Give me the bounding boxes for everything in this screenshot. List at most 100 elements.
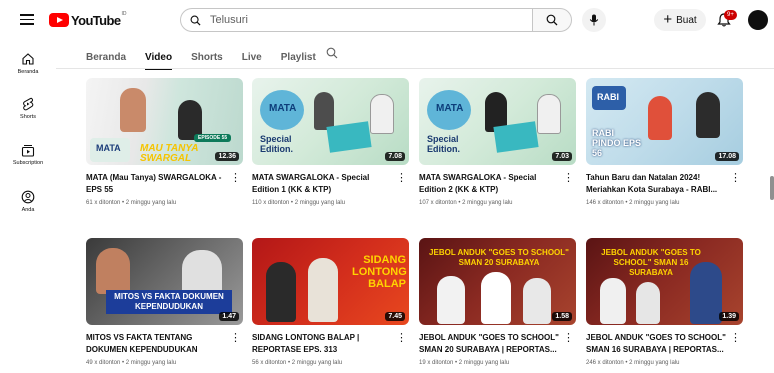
search-box[interactable]: [180, 8, 532, 32]
video-meta: 49 x ditonton • 2 minggu yang lalu: [86, 360, 177, 366]
thumbnail-overlay-text: Special Edition.: [260, 134, 293, 154]
search-icon: [190, 15, 201, 26]
presenter-figure: [266, 262, 296, 322]
presenter-figure: [370, 94, 394, 134]
video-card[interactable]: SIDANG LONTONG BALAP 7.45 SIDANG LONTONG…: [252, 238, 409, 366]
video-thumbnail[interactable]: JEBOL ANDUK "GOES TO SCHOOL" SMAN 16 SUR…: [586, 238, 743, 325]
document-card-graphic: [493, 121, 539, 153]
video-thumbnail[interactable]: MATA EPISODE 55 MAU TANYA SWARGAL 12.36: [86, 78, 243, 165]
youtube-play-icon: [49, 13, 69, 27]
subscriptions-icon: [21, 145, 35, 157]
search-button[interactable]: [532, 8, 572, 32]
student-figure: [481, 272, 511, 324]
youtube-logo[interactable]: YouTube ID: [49, 11, 127, 28]
video-title[interactable]: Tahun Baru dan Natalan 2024! Meriahkan Ko…: [586, 172, 732, 196]
thumbnail-overlay-text: JEBOL ANDUK "GOES TO SCHOOL" SMAN 20 SUR…: [429, 248, 569, 267]
more-actions-icon[interactable]: ⋮: [396, 173, 407, 184]
video-card[interactable]: JEBOL ANDUK "GOES TO SCHOOL" SMAN 20 SUR…: [419, 238, 576, 366]
you-icon: [21, 190, 35, 204]
video-duration: 1.39: [719, 312, 739, 321]
tab-playlists[interactable]: Playlist: [281, 52, 316, 63]
episode-badge: EPISODE 55: [194, 134, 232, 142]
video-title[interactable]: JEBOL ANDUK "GOES TO SCHOOL" SMAN 16 SURA…: [586, 332, 732, 356]
create-button[interactable]: + Buat: [654, 9, 706, 31]
rabi-logo-text: RABI: [597, 92, 619, 102]
video-duration: 7.08: [385, 152, 405, 161]
presenter-figure: [308, 258, 338, 322]
video-duration: 7.45: [385, 312, 405, 321]
video-thumbnail[interactable]: RABI RABI PINDO EPS 56 17.08: [586, 78, 743, 165]
tab-videos[interactable]: Video: [145, 52, 173, 70]
video-card[interactable]: RABI RABI PINDO EPS 56 17.08 Tahun Baru …: [586, 78, 743, 206]
video-card[interactable]: JEBOL ANDUK "GOES TO SCHOOL" SMAN 16 SUR…: [586, 238, 743, 366]
mata-logo: MATA: [427, 90, 471, 130]
video-title[interactable]: JEBOL ANDUK "GOES TO SCHOOL" SMAN 20 SURA…: [419, 332, 565, 356]
video-title[interactable]: MATA (Mau Tanya) SWARGALOKA - EPS 55: [86, 172, 232, 196]
plus-icon: +: [663, 11, 673, 28]
mata-logo-text: MATA: [436, 103, 464, 114]
tab-home[interactable]: Beranda: [86, 52, 126, 63]
student-figure: [523, 278, 551, 324]
tab-shorts[interactable]: Shorts: [191, 52, 223, 63]
video-thumbnail[interactable]: JEBOL ANDUK "GOES TO SCHOOL" SMAN 20 SUR…: [419, 238, 576, 325]
channel-search-icon[interactable]: [326, 47, 338, 59]
logo-text: YouTube: [71, 12, 121, 28]
more-actions-icon[interactable]: ⋮: [730, 333, 741, 344]
mata-logo-text: MATA: [96, 143, 121, 153]
thumbnail-overlay-text: MITOS VS FAKTA DOKUMEN KEPENDUDUKAN: [106, 290, 232, 314]
mata-logo: MATA: [260, 90, 304, 130]
search-icon: [546, 14, 558, 26]
more-actions-icon[interactable]: ⋮: [230, 333, 241, 344]
video-meta: 56 x ditonton • 2 minggu yang lalu: [252, 360, 343, 366]
video-title[interactable]: SIDANG LONTONG BALAP | REPORTASE EPS. 313: [252, 332, 398, 356]
tab-live[interactable]: Live: [242, 52, 262, 63]
more-actions-icon[interactable]: ⋮: [396, 333, 407, 344]
video-duration: 12.36: [215, 152, 239, 161]
student-figure: [437, 276, 465, 324]
student-figure: [636, 282, 660, 324]
presenter-figure: [96, 248, 130, 294]
page-scrollbar[interactable]: [770, 176, 774, 200]
home-icon: [22, 53, 34, 65]
video-meta: 61 x ditonton • 2 minggu yang lalu: [86, 200, 177, 206]
channel-tabs: Beranda Video Shorts Live Playlist: [86, 46, 335, 70]
video-thumbnail[interactable]: MATA Special Edition. 7.08: [252, 78, 409, 165]
sidebar-item-subscriptions[interactable]: Subscription: [0, 144, 56, 166]
video-thumbnail[interactable]: MITOS VS FAKTA DOKUMEN KEPENDUDUKAN 1.47: [86, 238, 243, 325]
video-title[interactable]: MITOS VS FAKTA TENTANG DOKUMEN KEPENDUDUK…: [86, 332, 232, 356]
video-duration: 17.08: [715, 152, 739, 161]
presenter-figure: [314, 92, 334, 130]
create-label: Buat: [676, 14, 697, 26]
more-actions-icon[interactable]: ⋮: [563, 333, 574, 344]
sidebar-item-you[interactable]: Anda: [0, 190, 56, 213]
search-input[interactable]: [208, 13, 492, 27]
more-actions-icon[interactable]: ⋮: [230, 173, 241, 184]
video-title[interactable]: MATA SWARGALOKA - Special Edition 1 (KK &…: [252, 172, 398, 196]
logo-country: ID: [121, 11, 127, 17]
video-meta: 107 x ditonton • 2 minggu yang lalu: [419, 200, 513, 206]
video-thumbnail[interactable]: SIDANG LONTONG BALAP 7.45: [252, 238, 409, 325]
more-actions-icon[interactable]: ⋮: [563, 173, 574, 184]
menu-icon[interactable]: [20, 14, 34, 25]
video-card[interactable]: MATA EPISODE 55 MAU TANYA SWARGAL 12.36 …: [86, 78, 243, 206]
presenter-figure: [696, 92, 720, 138]
account-avatar[interactable]: [748, 10, 768, 30]
sidebar-item-home[interactable]: Beranda: [0, 52, 56, 75]
presenter-figure: [120, 88, 146, 132]
presenter-figure: [648, 96, 672, 140]
video-title[interactable]: MATA SWARGALOKA - Special Edition 2 (KK &…: [419, 172, 565, 196]
tabs-divider: [56, 68, 774, 69]
student-figure: [600, 278, 626, 324]
video-card[interactable]: MATA Special Edition. 7.03 MATA SWARGALO…: [419, 78, 576, 206]
mata-logo: MATA: [90, 138, 130, 162]
voice-search-button[interactable]: [582, 8, 606, 32]
more-actions-icon[interactable]: ⋮: [730, 173, 741, 184]
sidebar-item-shorts[interactable]: Shorts: [0, 97, 56, 120]
video-card[interactable]: MITOS VS FAKTA DOKUMEN KEPENDUDUKAN 1.47…: [86, 238, 243, 366]
presenter-figure: [537, 94, 561, 134]
video-meta: 110 x ditonton • 2 minggu yang lalu: [252, 200, 346, 206]
video-thumbnail[interactable]: MATA Special Edition. 7.03: [419, 78, 576, 165]
video-duration: 1.58: [552, 312, 572, 321]
student-figure: [690, 262, 722, 324]
video-card[interactable]: MATA Special Edition. 7.08 MATA SWARGALO…: [252, 78, 409, 206]
